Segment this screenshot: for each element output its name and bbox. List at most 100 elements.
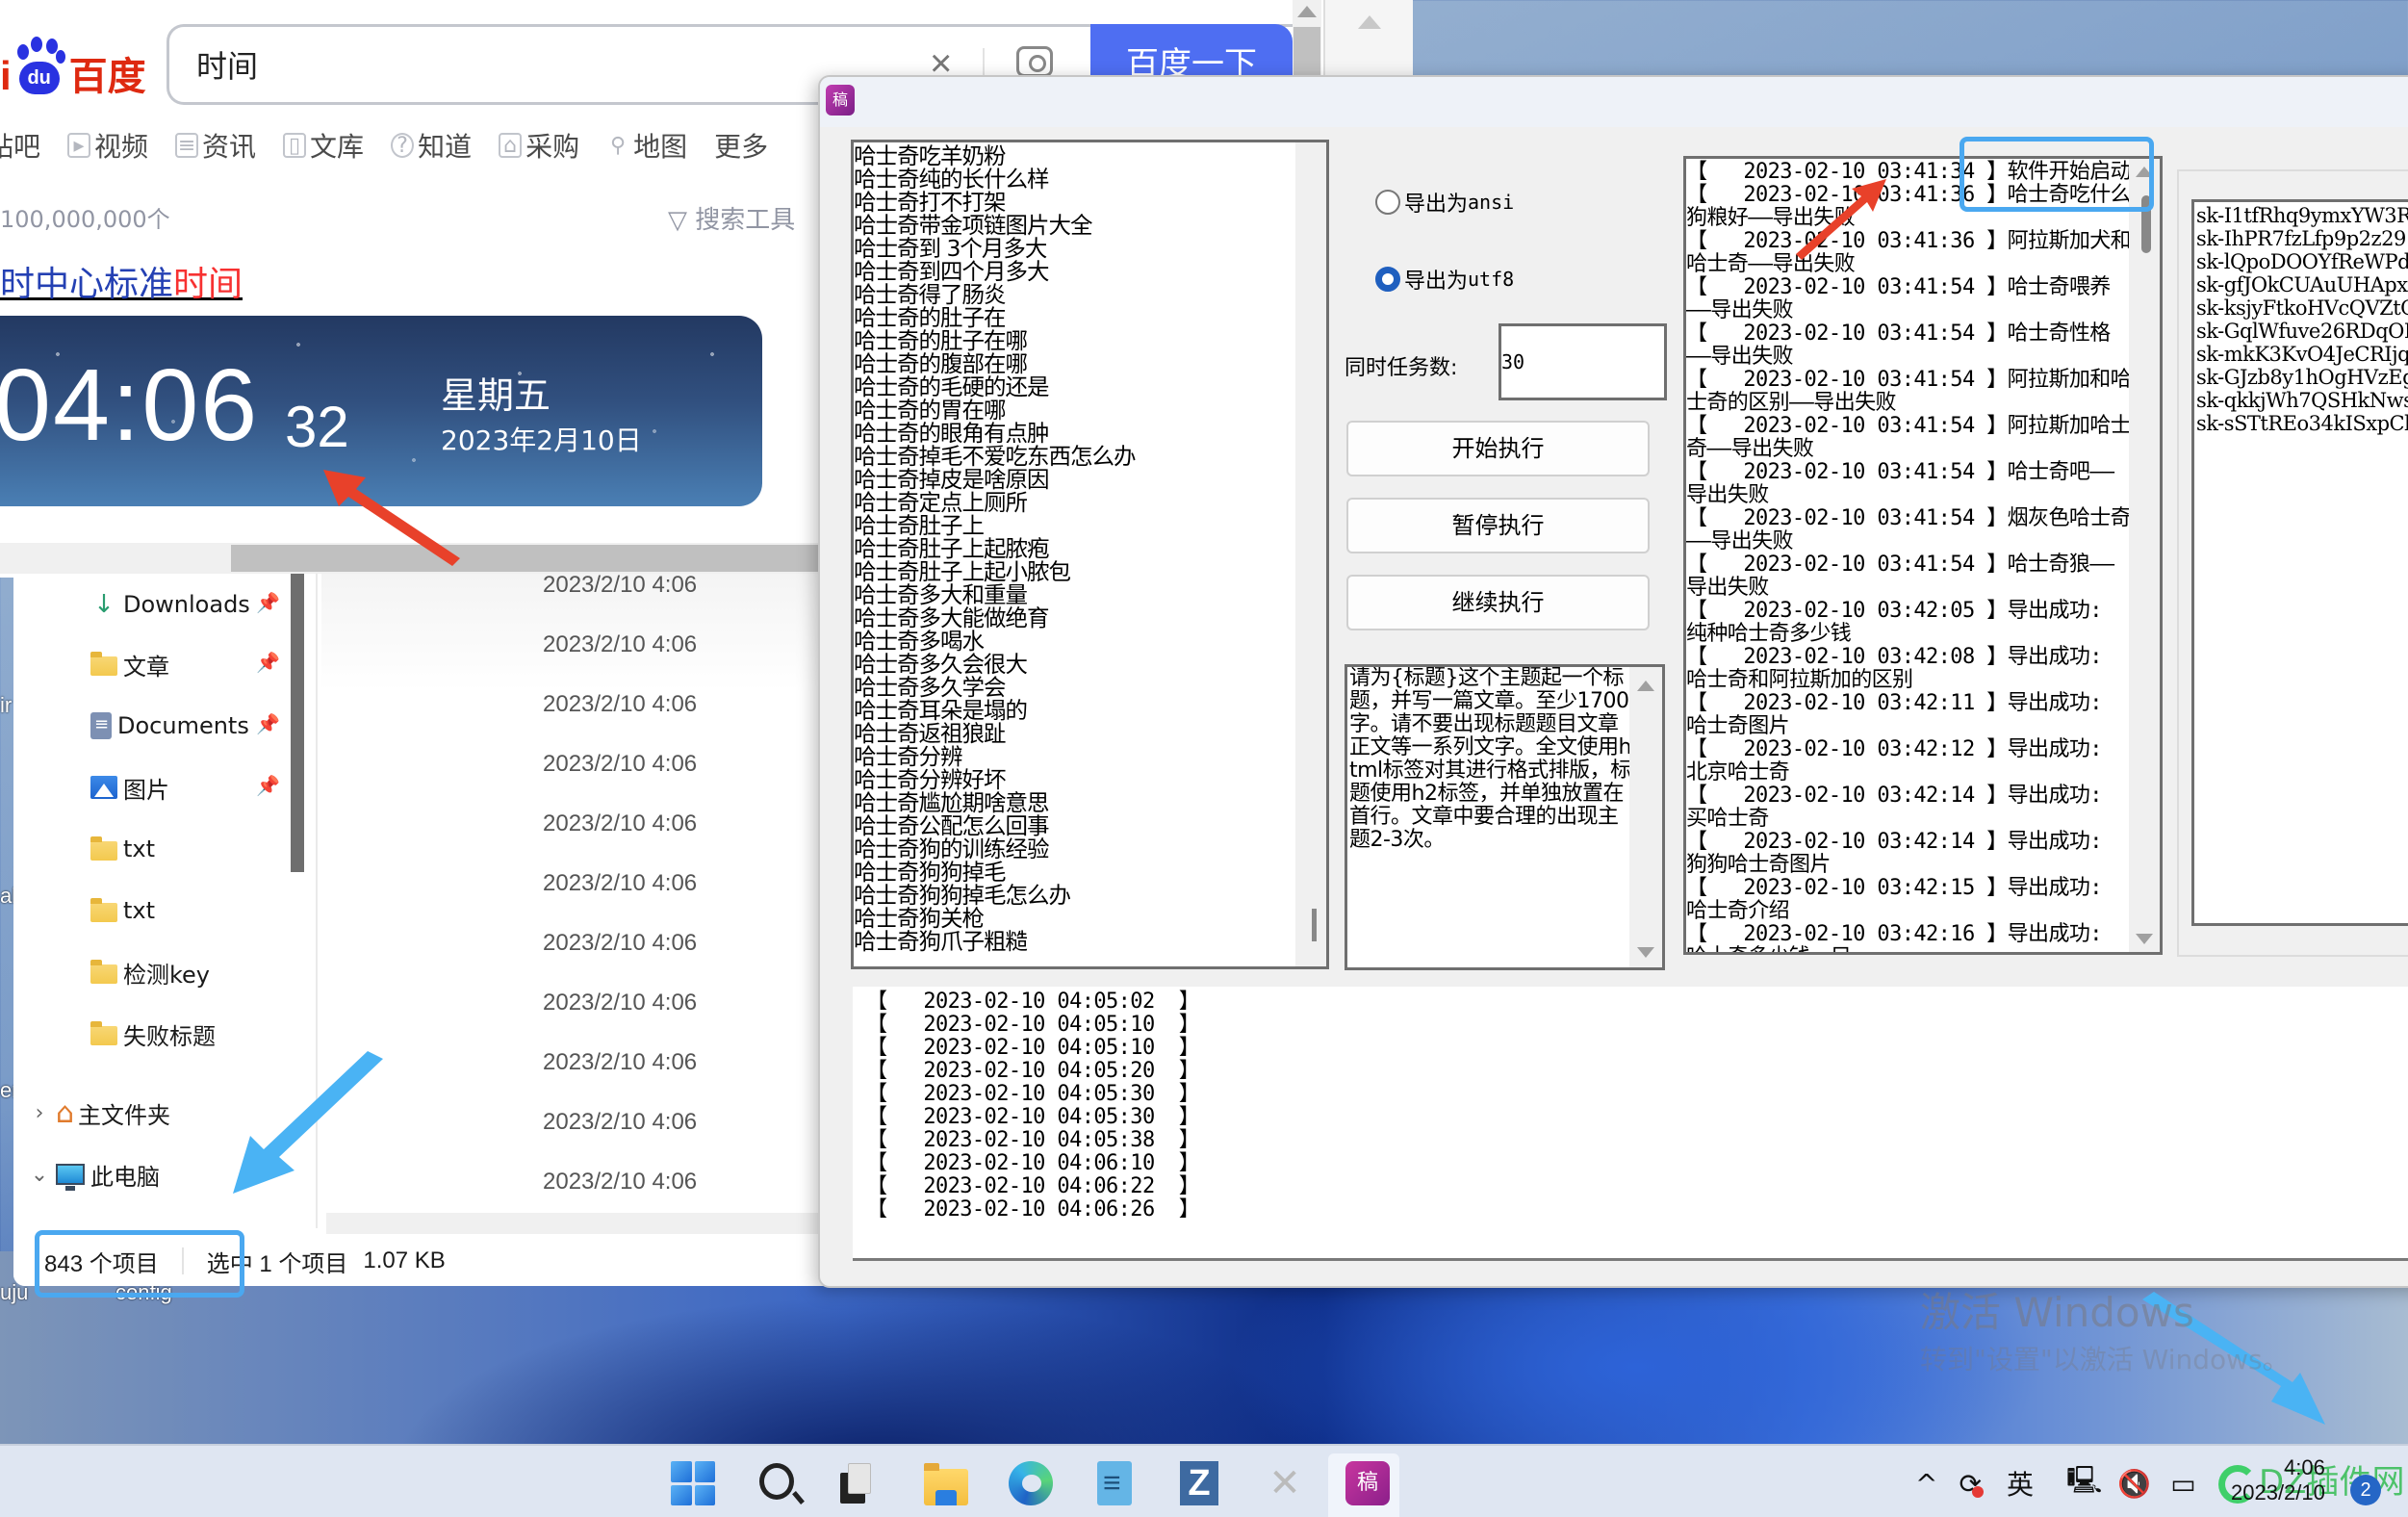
browser-scrollbar[interactable] <box>1293 0 1321 77</box>
bottom-log-entry[interactable]: 【 2023-02-10 04:05:10 】 <box>866 1037 1200 1060</box>
log-list[interactable]: 【 2023-02-10 03:41:34 】软件开始启动【 2023-02-1… <box>1683 156 2163 955</box>
keyword-item[interactable]: 哈士奇狗狗掉毛 <box>854 861 1296 884</box>
search-input[interactable] <box>196 40 870 89</box>
network-icon[interactable]: 🖳 <box>2066 1460 2102 1506</box>
baidu-logo[interactable]: i du 百度 <box>0 29 146 96</box>
scroll-up-icon[interactable] <box>1358 15 1381 29</box>
bottom-log-entry[interactable]: 【 2023-02-10 04:06:26 】 <box>866 1198 1200 1221</box>
volume-muted-icon[interactable]: 🔇 <box>2117 1468 2151 1500</box>
log-entry[interactable]: 【 2023-02-10 03:42:16 】导出成功: 哈士奇多少钱一只 <box>1686 923 2134 953</box>
ime-indicator[interactable]: 英 <box>2007 1464 2034 1503</box>
keyword-item[interactable]: 哈士奇掉皮是啥原因 <box>854 468 1296 491</box>
radio-button-checked[interactable] <box>1375 267 1400 292</box>
radio-export-utf8[interactable]: 导出为 utf8 <box>1375 264 1514 295</box>
keyword-item[interactable]: 哈士奇狗狗掉毛怎么办 <box>854 884 1296 907</box>
log-entry[interactable]: 【 2023-02-10 03:42:05 】导出成功: 纯种哈士奇多少钱 <box>1686 600 2134 646</box>
bottom-log-entry[interactable]: 【 2023-02-10 04:05:10 】 <box>866 1014 1200 1037</box>
log-entry[interactable]: 【 2023-02-10 03:41:54 】哈士奇狼——导出失败 <box>1686 553 2134 600</box>
notification-badge[interactable]: 2 <box>2350 1475 2381 1505</box>
keyword-item[interactable]: 哈士奇带金项链图片大全 <box>854 214 1296 237</box>
api-key-item[interactable]: sk-GqlWfuve26RDqOHb <box>2194 320 2408 343</box>
keyword-item[interactable]: 哈士奇多久学会 <box>854 676 1296 699</box>
scroll-thumb[interactable] <box>1294 27 1320 77</box>
bottom-log-entry[interactable]: 【 2023-02-10 04:05:02 】 <box>866 990 1200 1014</box>
radio-button[interactable] <box>1375 190 1400 215</box>
tree-item-this-pc[interactable]: ⌄ 此电脑 <box>23 1155 160 1194</box>
log-entry[interactable]: 【 2023-02-10 03:42:14 】导出成功: 买哈士奇 <box>1686 784 2134 831</box>
api-key-item[interactable]: sk-mkK3KvO4JeCRIjqk <box>2194 343 2408 366</box>
keyword-item[interactable]: 哈士奇多大和重量 <box>854 583 1296 606</box>
keyword-scrollbar[interactable] <box>1295 142 1326 966</box>
keyword-item[interactable]: 哈士奇分辨好坏 <box>854 768 1296 791</box>
keyword-item[interactable]: 哈士奇尴尬期啥意思 <box>854 791 1296 814</box>
search-tools-button[interactable]: ▽ 搜索工具 <box>668 200 795 236</box>
tab-library[interactable]: ▯ 文库 <box>283 121 364 169</box>
api-key-item[interactable]: sk-GJzb8y1hOgHVzEgG <box>2194 366 2408 389</box>
nav-scrollbar[interactable] <box>291 574 304 872</box>
pin-icon[interactable]: 📌 <box>256 591 280 615</box>
pin-icon[interactable]: 📌 <box>256 712 280 736</box>
camera-icon[interactable] <box>1016 46 1053 77</box>
keyword-item[interactable]: 哈士奇纯的长什么样 <box>854 167 1296 191</box>
log-entry[interactable]: 【 2023-02-10 03:42:11 】导出成功: 哈士奇图片 <box>1686 692 2134 738</box>
tab-tieba[interactable]: 贴吧 <box>0 121 40 169</box>
log-scrollbar[interactable] <box>2129 159 2160 952</box>
keyword-item[interactable]: 哈士奇狗的训练经验 <box>854 837 1296 861</box>
task-view-icon[interactable] <box>840 1461 884 1505</box>
log-entry[interactable]: 【 2023-02-10 03:42:12 】导出成功: 北京哈士奇 <box>1686 738 2134 784</box>
pin-icon[interactable]: 📌 <box>256 774 280 798</box>
bottom-log-entry[interactable]: 【 2023-02-10 04:05:38 】 <box>866 1129 1200 1152</box>
horizontal-scrollbar[interactable] <box>326 1213 838 1234</box>
keyword-item[interactable]: 哈士奇定点上厕所 <box>854 491 1296 514</box>
prompt-textarea[interactable]: 请为{标题}这个主题起一个标题，并写一篇文章。至少1700字。请不要出现标题题目… <box>1345 664 1665 970</box>
log-entry[interactable]: 【 2023-02-10 03:42:14 】导出成功: 狗狗哈士奇图片 <box>1686 831 2134 877</box>
keyword-item[interactable]: 哈士奇的眼角有点肿 <box>854 422 1296 445</box>
bottom-log[interactable]: 【 2023-02-10 04:05:02 】【 2023-02-10 04:0… <box>853 987 2408 1261</box>
battery-icon[interactable]: ▭ <box>2170 1468 2195 1500</box>
keyword-item[interactable]: 哈士奇的肚子在哪 <box>854 329 1296 352</box>
keyword-item[interactable]: 哈士奇的胃在哪 <box>854 399 1296 422</box>
log-entry[interactable]: 【 2023-02-10 03:41:54 】哈士奇吧——导出失败 <box>1686 461 2134 507</box>
keyword-item[interactable]: 哈士奇肚子上 <box>854 514 1296 537</box>
keyword-item[interactable]: 哈士奇肚子上起脓疱 <box>854 537 1296 560</box>
bottom-log-entry[interactable]: 【 2023-02-10 04:05:20 】 <box>866 1060 1200 1083</box>
chevron-right-icon[interactable]: › <box>23 1101 56 1125</box>
keyword-item[interactable]: 哈士奇耳朵是塌的 <box>854 699 1296 722</box>
keyword-item[interactable]: 哈士奇得了肠炎 <box>854 283 1296 306</box>
api-key-item[interactable]: sk-qkkjWh7QSHkNwsWi <box>2194 389 2408 412</box>
sync-icon[interactable]: ⟳ <box>1959 1468 1984 1500</box>
keyword-item[interactable]: 哈士奇狗关枪 <box>854 907 1296 930</box>
keyword-app-icon[interactable]: 稿 <box>1345 1461 1390 1505</box>
nav-item-failed-titles[interactable]: 失败标题 <box>90 1015 216 1053</box>
api-key-list[interactable]: sk-I1tfRhq9ymxYW3Rh sk-IhPR7fzLfp9p2z29 sk… <box>2191 199 2408 926</box>
nav-item-pictures[interactable]: 图片 <box>90 768 169 807</box>
tab-video[interactable]: ▸ 视频 <box>67 121 148 169</box>
nav-item-check-key[interactable]: 检测key <box>90 953 210 991</box>
api-key-item[interactable]: sk-gfJOkCUAuUHApxkg <box>2194 273 2408 296</box>
tab-map[interactable]: ⚲ 地图 <box>606 121 687 169</box>
keyword-item[interactable]: 哈士奇的腹部在哪 <box>854 352 1296 375</box>
log-entry[interactable]: 【 2023-02-10 03:41:36 】阿拉斯加犬和哈士奇——导出失败 <box>1686 230 2134 276</box>
tasks-input[interactable] <box>1499 323 1667 400</box>
start-button[interactable]: 开始执行 <box>1346 421 1650 476</box>
resume-button[interactable]: 继续执行 <box>1346 575 1650 630</box>
tab-more[interactable]: 更多 <box>714 121 768 169</box>
tab-news[interactable]: ≡ 资讯 <box>175 121 256 169</box>
scroll-up-icon[interactable] <box>1637 681 1654 691</box>
keyword-item[interactable]: 哈士奇公配怎么回事 <box>854 814 1296 837</box>
keyword-item[interactable]: 哈士奇到 3个月多大 <box>854 237 1296 260</box>
keyword-item[interactable]: 哈士奇的肚子在 <box>854 306 1296 329</box>
keyword-item[interactable]: 哈士奇的毛硬的还是 <box>854 375 1296 399</box>
keyword-item[interactable]: 哈士奇分辨 <box>854 745 1296 768</box>
radio-export-ansi[interactable]: 导出为 ansi <box>1375 187 1514 218</box>
log-entry[interactable]: 【 2023-02-10 03:42:15 】导出成功: 哈士奇介绍 <box>1686 877 2134 923</box>
search-icon[interactable] <box>759 1463 794 1500</box>
edge-icon[interactable] <box>1009 1461 1053 1505</box>
api-key-item[interactable]: sk-sSTtREo34kISxpCl <box>2194 412 2408 435</box>
bottom-log-entry[interactable]: 【 2023-02-10 04:06:22 】 <box>866 1175 1200 1198</box>
pin-icon[interactable]: 📌 <box>256 651 280 675</box>
scroll-up-icon[interactable] <box>1297 6 1317 17</box>
notepad-icon[interactable] <box>1097 1461 1132 1505</box>
tab-zhidao[interactable]: ? 知道 <box>391 121 472 169</box>
keyword-item[interactable]: 哈士奇多大能做绝育 <box>854 606 1296 630</box>
